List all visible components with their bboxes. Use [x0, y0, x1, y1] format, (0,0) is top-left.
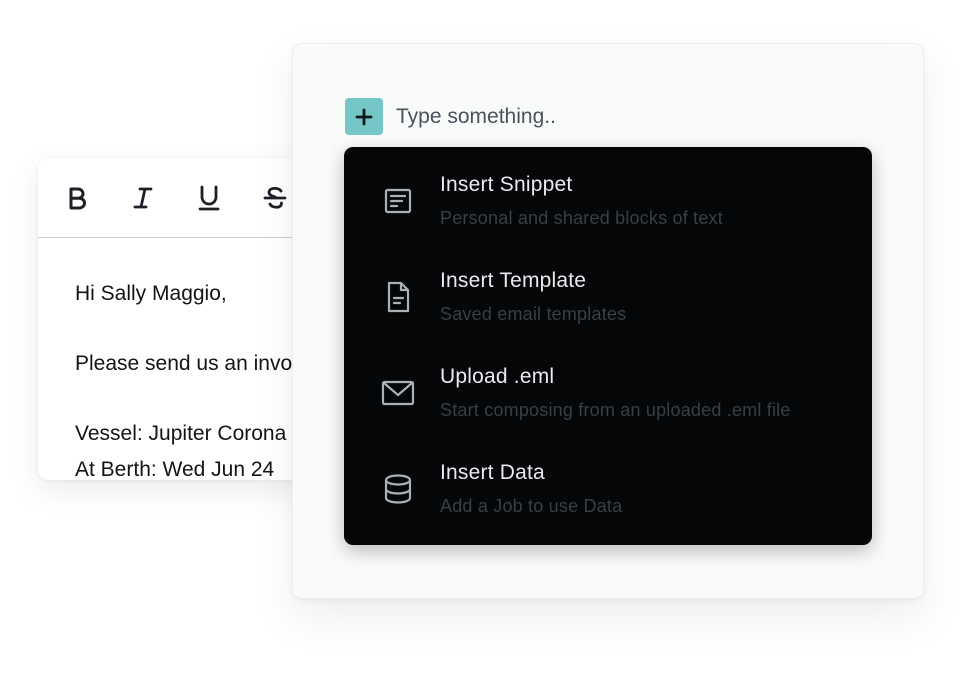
menu-item-description: Personal and shared blocks of text — [440, 208, 723, 228]
underline-icon — [198, 185, 220, 210]
bold-icon — [69, 187, 86, 209]
underline-button[interactable] — [189, 158, 229, 237]
email-berth-line: At Berth: Wed Jun 24 — [75, 458, 275, 480]
menu-item-insert-data[interactable]: Insert Data Add a Job to use Data — [344, 435, 872, 531]
template-file-icon — [378, 277, 418, 317]
insert-menu: Insert Snippet Personal and shared block… — [344, 147, 872, 545]
italic-icon — [133, 187, 153, 208]
menu-item-description: Saved email templates — [440, 304, 627, 324]
menu-item-upload-eml[interactable]: Upload .eml Start composing from an uplo… — [344, 339, 872, 435]
bold-button[interactable] — [57, 158, 97, 237]
email-request-line: Please send us an invoice — [75, 352, 319, 375]
menu-item-title: Insert Data — [440, 461, 545, 484]
strikethrough-button[interactable] — [255, 158, 295, 237]
menu-item-insert-template[interactable]: Insert Template Saved email templates — [344, 243, 872, 339]
menu-item-title: Insert Template — [440, 269, 587, 292]
add-button[interactable] — [345, 98, 383, 135]
menu-item-title: Insert Snippet — [440, 173, 573, 196]
italic-button[interactable] — [123, 158, 163, 237]
email-greeting: Hi Sally Maggio, — [75, 282, 227, 305]
strikethrough-icon — [263, 186, 287, 209]
envelope-icon — [378, 373, 418, 413]
menu-item-description: Add a Job to use Data — [440, 496, 623, 516]
snippet-icon — [378, 181, 418, 221]
database-icon — [378, 469, 418, 509]
email-vessel-line: Vessel: Jupiter Corona — [75, 422, 287, 445]
plus-icon — [355, 108, 373, 125]
command-input[interactable] — [396, 100, 796, 134]
insert-command-palette: Insert Snippet Personal and shared block… — [292, 43, 924, 599]
menu-item-description: Start composing from an uploaded .eml fi… — [440, 400, 791, 420]
menu-item-title: Upload .eml — [440, 365, 555, 388]
menu-item-insert-snippet[interactable]: Insert Snippet Personal and shared block… — [344, 147, 872, 243]
